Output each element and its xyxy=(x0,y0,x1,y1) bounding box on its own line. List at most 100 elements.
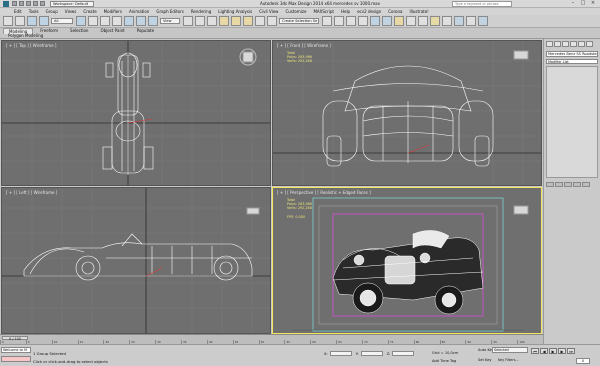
menu-item-group[interactable]: Group xyxy=(46,8,58,15)
maxscript-output[interactable] xyxy=(1,356,31,362)
configure-modifier-sets-icon[interactable] xyxy=(582,182,590,187)
illustrate-icon[interactable] xyxy=(478,16,488,26)
reference-coordinate-dropdown[interactable]: View xyxy=(160,18,180,24)
undo-tool-icon[interactable] xyxy=(3,16,13,26)
modifier-stack[interactable] xyxy=(546,66,598,178)
viewcube-icon[interactable] xyxy=(238,47,258,67)
z-coordinate-field[interactable] xyxy=(392,351,415,356)
viewport-left[interactable]: [ + ] [ Left ] [ Wireframe ] xyxy=(1,187,271,334)
save-file-icon[interactable] xyxy=(26,1,31,6)
percent-snap-icon[interactable] xyxy=(243,16,253,26)
redo-tool-icon[interactable] xyxy=(15,16,25,26)
viewport-front[interactable]: [ + ] [ Front ] [ Wireframe ] Total Poly… xyxy=(272,40,542,186)
motion-tab-icon[interactable] xyxy=(570,41,577,47)
workspace-dropdown[interactable]: Workspace: Default xyxy=(50,0,94,7)
menu-item-ecv2-design[interactable]: ecv2 design xyxy=(357,8,381,15)
make-unique-icon[interactable] xyxy=(564,182,572,187)
viewport-label[interactable]: [ + ] [ Perspective ] [ Realistic + Edge… xyxy=(277,190,371,195)
modifier-list-dropdown[interactable]: Modifier List xyxy=(546,59,598,64)
spinner-snap-icon[interactable] xyxy=(255,16,265,26)
scale-icon[interactable] xyxy=(148,16,158,26)
viewcube-icon[interactable] xyxy=(513,204,529,216)
keyboard-shortcut-icon[interactable] xyxy=(207,16,217,26)
app-logo-icon[interactable] xyxy=(3,0,9,7)
selection-filter-dropdown[interactable]: All xyxy=(51,18,73,24)
unlink-icon[interactable] xyxy=(39,16,49,26)
set-key-button[interactable]: Set Key xyxy=(478,358,492,362)
menu-item-maxscript[interactable]: MAXScript xyxy=(313,8,334,15)
named-selection-set-dropdown[interactable]: Create Selection Se xyxy=(279,18,319,24)
link-icon[interactable] xyxy=(27,16,37,26)
viewport-label[interactable]: [ + ] [ Top ] [ Wireframe ] xyxy=(6,43,57,48)
play-icon[interactable]: ▶ xyxy=(549,348,557,354)
maxscript-listener[interactable]: Welcome to M xyxy=(1,347,31,353)
render-setup-icon[interactable] xyxy=(406,16,416,26)
select-manipulate-icon[interactable] xyxy=(195,16,205,26)
snaps-toggle-icon[interactable] xyxy=(219,16,229,26)
show-end-result-icon[interactable] xyxy=(555,182,563,187)
polygon-modeling-tab[interactable]: Polygon Modeling xyxy=(3,33,48,39)
align-icon[interactable] xyxy=(334,16,344,26)
menu-item-graph-editors[interactable]: Graph Editors xyxy=(156,8,183,15)
pivot-center-icon[interactable] xyxy=(183,16,193,26)
corona-vfb-icon[interactable] xyxy=(466,16,476,26)
menu-item-rendering[interactable]: Rendering xyxy=(191,8,211,15)
utilities-tab-icon[interactable] xyxy=(586,41,593,47)
previous-frame-icon[interactable]: ◀ xyxy=(540,348,548,354)
pin-stack-icon[interactable] xyxy=(546,182,554,187)
render-production-icon[interactable] xyxy=(430,16,440,26)
render-iterative-icon[interactable] xyxy=(442,16,452,26)
y-coordinate-field[interactable] xyxy=(360,351,383,356)
goto-end-icon[interactable]: ⏭ xyxy=(567,348,575,354)
redo-icon[interactable] xyxy=(40,1,45,6)
remove-modifier-icon[interactable] xyxy=(573,182,581,187)
menu-item-customize[interactable]: Customize xyxy=(285,8,306,15)
modify-tab-icon[interactable] xyxy=(554,41,561,47)
next-frame-icon[interactable]: ▶ xyxy=(558,348,566,354)
rotate-icon[interactable] xyxy=(136,16,146,26)
menu-item-create[interactable]: Create xyxy=(83,8,96,15)
menu-item-views[interactable]: Views xyxy=(65,8,77,15)
select-object-icon[interactable] xyxy=(76,16,86,26)
angle-snap-icon[interactable] xyxy=(231,16,241,26)
menu-item-modifiers[interactable]: Modifiers xyxy=(104,8,122,15)
current-frame-field[interactable]: 0 xyxy=(576,358,590,364)
toggle-ribbon-icon[interactable] xyxy=(358,16,368,26)
select-by-name-icon[interactable] xyxy=(88,16,98,26)
menu-item-illustrate-[interactable]: Illustrate! xyxy=(409,8,428,15)
viewport-top[interactable]: [ + ] [ Top ] [ Wireframe ] xyxy=(1,40,271,186)
viewcube-icon[interactable] xyxy=(246,206,260,216)
display-tab-icon[interactable] xyxy=(578,41,585,47)
menu-item-civil-view[interactable]: Civil View xyxy=(259,8,278,15)
undo-icon[interactable] xyxy=(33,1,38,6)
schematic-view-icon[interactable] xyxy=(382,16,392,26)
x-coordinate-field[interactable] xyxy=(329,351,352,356)
viewport-label[interactable]: [ + ] [ Left ] [ Wireframe ] xyxy=(6,190,57,195)
object-name-field[interactable]: Mercedes Benz SS Roadster xyxy=(546,51,598,57)
viewport-label[interactable]: [ + ] [ Front ] [ Wireframe ] xyxy=(277,43,331,48)
menu-item-edit[interactable]: Edit xyxy=(14,8,22,15)
window-crossing-icon[interactable] xyxy=(112,16,122,26)
hierarchy-tab-icon[interactable] xyxy=(562,41,569,47)
create-tab-icon[interactable] xyxy=(546,41,553,47)
material-editor-icon[interactable] xyxy=(394,16,404,26)
move-icon[interactable] xyxy=(124,16,134,26)
edit-named-selection-icon[interactable] xyxy=(267,16,277,26)
maximize-icon[interactable]: □ xyxy=(578,0,588,7)
menu-item-animation[interactable]: Animation xyxy=(129,8,149,15)
menu-item-help[interactable]: Help xyxy=(341,8,350,15)
viewport-perspective[interactable]: [ + ] [ Perspective ] [ Realistic + Edge… xyxy=(272,187,542,334)
layer-explorer-icon[interactable] xyxy=(346,16,356,26)
viewcube-icon[interactable] xyxy=(513,49,529,61)
menu-item-corona[interactable]: Corona xyxy=(388,8,402,15)
search-input[interactable]: Type a keyword or phrase xyxy=(452,1,512,7)
add-time-tag[interactable]: Add Time Tag xyxy=(432,359,456,363)
rendered-frame-window-icon[interactable] xyxy=(418,16,428,26)
key-filters-button[interactable]: Key Filters... xyxy=(498,358,519,362)
open-file-icon[interactable] xyxy=(19,1,24,6)
mirror-icon[interactable] xyxy=(322,16,332,26)
close-icon[interactable]: × xyxy=(588,0,598,7)
timeline[interactable]: 0 / 100 0 5 10 15 20 25 30 35 40 45 50 55 60 65 70 75 80… xyxy=(0,334,543,345)
minimize-icon[interactable]: – xyxy=(568,0,578,7)
menu-item-lighting-analysis[interactable]: Lighting Analysis xyxy=(218,8,252,15)
